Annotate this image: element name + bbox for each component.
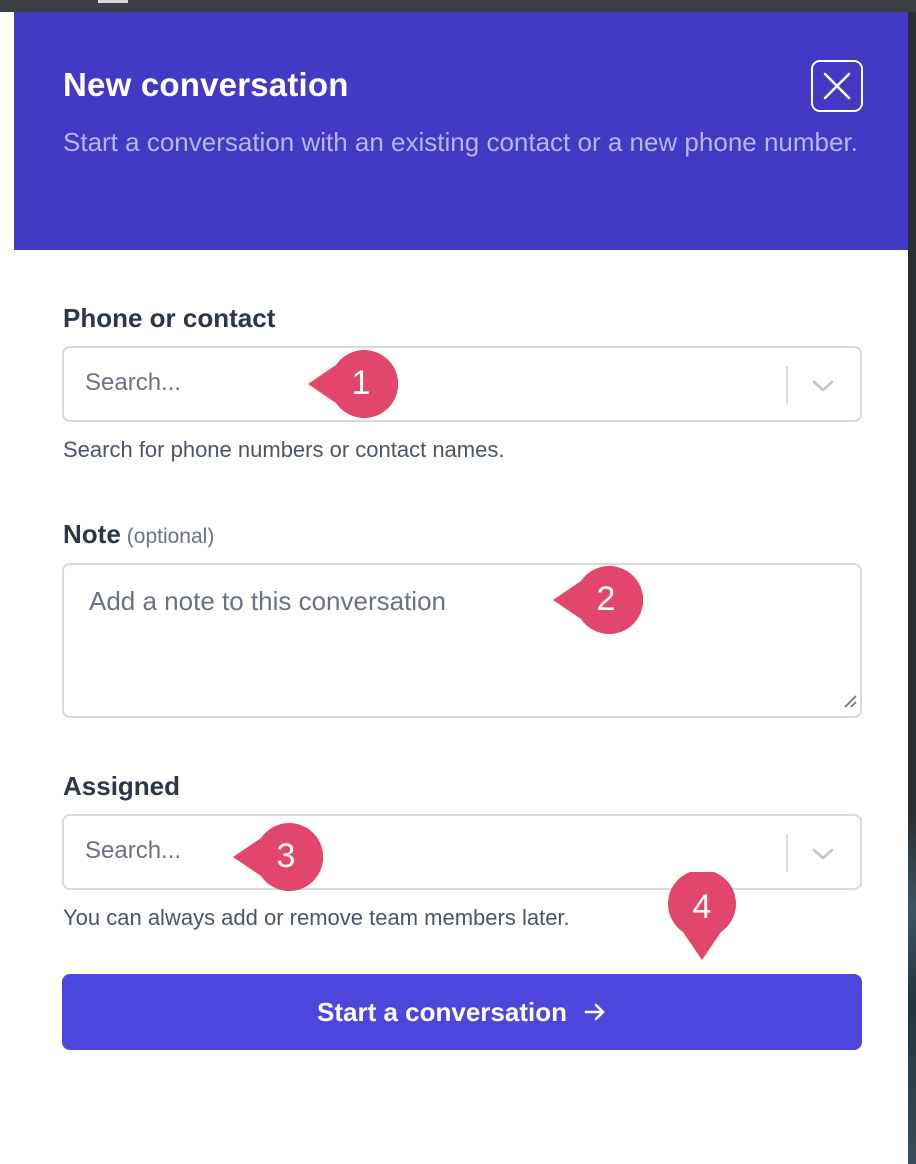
panel-title: New conversation [63,66,349,103]
assigned-placeholder: Search... [85,837,182,864]
callout-marker-3: 3 [231,821,323,891]
note-textarea[interactable]: Add a note to this conversation [62,563,862,718]
select-separator [786,834,788,872]
callout-marker-4: 4 [666,872,738,962]
window-top-strip [0,0,916,12]
assigned-help: You can always add or remove team member… [63,905,570,930]
callout-number-1: 1 [351,363,371,402]
chevron-down-icon[interactable] [811,374,835,403]
phone-contact-placeholder: Search... [85,369,182,396]
start-conversation-label: Start a conversation [317,996,567,1027]
assigned-label: Assigned [63,771,181,801]
note-label-text: Note [63,519,121,549]
resize-handle-icon[interactable] [842,693,858,714]
start-conversation-button[interactable]: Start a conversation [62,974,862,1050]
phone-contact-select[interactable]: Search... [62,346,862,422]
chevron-down-icon[interactable] [811,842,835,871]
close-button[interactable] [811,60,863,112]
callout-marker-1: 1 [306,348,398,418]
note-optional-text: (optional) [126,525,215,548]
close-icon [823,72,851,100]
window-tab-mark [98,0,128,3]
select-separator [786,366,788,404]
phone-contact-help: Search for phone numbers or contact name… [63,437,505,462]
panel-header: New conversation Start a conversation wi… [14,12,908,250]
callout-number-4: 4 [692,887,712,926]
callout-marker-2: 2 [551,564,643,634]
assigned-select[interactable]: Search... [62,814,862,890]
arrow-right-icon [583,1000,607,1024]
note-placeholder: Add a note to this conversation [89,586,447,616]
new-conversation-panel: New conversation Start a conversation wi… [14,12,908,1164]
background-window-edge [908,12,916,1164]
phone-contact-label: Phone or contact [63,303,276,333]
callout-number-3: 3 [276,836,296,875]
left-edge [0,12,14,1164]
callout-number-2: 2 [596,579,616,618]
note-label: Note (optional) [63,519,214,550]
panel-subtitle: Start a conversation with an existing co… [63,127,858,157]
